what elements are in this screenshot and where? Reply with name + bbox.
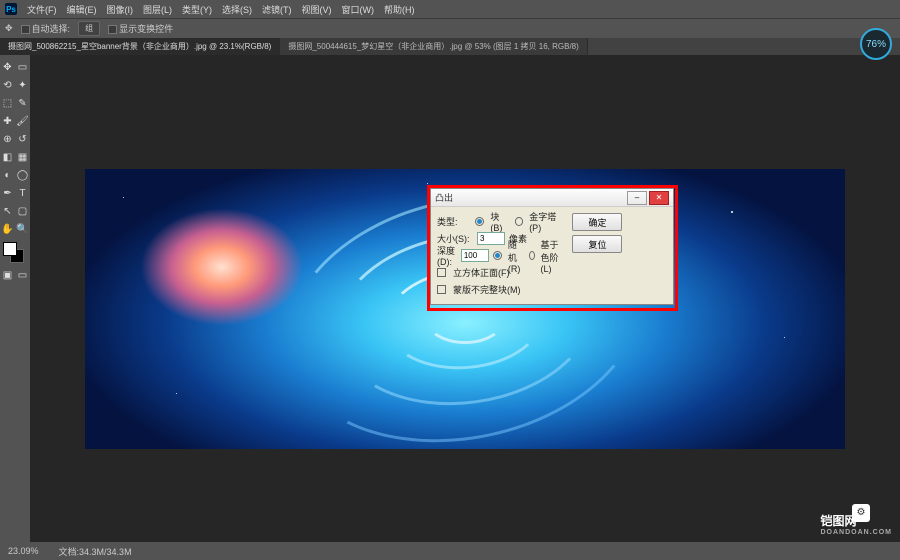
move-tool-icon[interactable]: ✥: [0, 58, 15, 76]
canvas-area: 凸出 – ✕ 类型: 块(B) 金字塔(P) 大小(S):: [30, 55, 900, 542]
color-swatch[interactable]: [3, 242, 27, 262]
lasso-tool-icon[interactable]: ⟲: [0, 76, 15, 94]
blur-tool-icon[interactable]: ◐: [0, 166, 15, 184]
move-tool-icon[interactable]: ✥: [5, 23, 13, 34]
depth-label: 深度(D):: [437, 244, 457, 267]
eraser-tool-icon[interactable]: ◧: [0, 148, 15, 166]
minimize-icon[interactable]: –: [627, 191, 647, 205]
cube-front-checkbox[interactable]: [437, 268, 446, 277]
marquee-tool-icon[interactable]: ▭: [15, 58, 30, 76]
menu-edit[interactable]: 编辑(E): [63, 3, 101, 16]
zoom-level[interactable]: 23.09%: [8, 546, 39, 556]
heal-tool-icon[interactable]: ✚: [0, 112, 15, 130]
path-tool-icon[interactable]: ↖: [0, 202, 15, 220]
app-logo: Ps: [5, 3, 17, 15]
menu-view[interactable]: 视图(V): [298, 3, 336, 16]
dialog-titlebar[interactable]: 凸出 – ✕: [431, 189, 673, 207]
highlight-box: 凸出 – ✕ 类型: 块(B) 金字塔(P) 大小(S):: [427, 185, 678, 311]
extrude-dialog: 凸出 – ✕ 类型: 块(B) 金字塔(P) 大小(S):: [430, 188, 674, 305]
stamp-tool-icon[interactable]: ⊕: [0, 130, 15, 148]
screen-mode-icon[interactable]: ▭: [15, 266, 30, 284]
dodge-tool-icon[interactable]: ◯: [15, 166, 30, 184]
autoselect-checkbox[interactable]: [21, 25, 30, 34]
menu-filter[interactable]: 滤镜(T): [258, 3, 296, 16]
type-block-radio[interactable]: [475, 217, 484, 226]
watermark: 铠图网 DOANDOAN.COM: [821, 512, 893, 536]
menu-image[interactable]: 图像(I): [103, 3, 138, 16]
depth-level-radio[interactable]: [529, 251, 535, 260]
pen-tool-icon[interactable]: ✒: [0, 184, 15, 202]
close-icon[interactable]: ✕: [649, 191, 669, 205]
type-tool-icon[interactable]: T: [15, 184, 30, 202]
history-tool-icon[interactable]: ↺: [15, 130, 30, 148]
depth-random-radio[interactable]: [493, 251, 502, 260]
menu-bar: Ps 文件(F) 编辑(E) 图像(I) 图层(L) 类型(Y) 选择(S) 滤…: [0, 0, 900, 18]
menu-layer[interactable]: 图层(L): [139, 3, 176, 16]
doc-size: 文档:34.3M/34.3M: [59, 545, 132, 558]
mask-incomplete-checkbox[interactable]: [437, 285, 446, 294]
type-pyramid-radio[interactable]: [515, 217, 524, 226]
doc-tab-1[interactable]: 摄图网_500862215_星空banner背景（非企业商用）.jpg @ 23…: [0, 38, 280, 55]
menu-help[interactable]: 帮助(H): [380, 3, 419, 16]
ok-button[interactable]: 确定: [572, 213, 622, 231]
reset-button[interactable]: 复位: [572, 235, 622, 253]
options-bar: ✥ 自动选择: 组 显示变换控件: [0, 18, 900, 38]
progress-badge: 76%: [860, 28, 892, 60]
menu-type[interactable]: 类型(Y): [178, 3, 216, 16]
hand-tool-icon[interactable]: ✋: [0, 220, 15, 238]
menu-window[interactable]: 窗口(W): [338, 3, 379, 16]
mask-mode-icon[interactable]: ▣: [0, 266, 15, 284]
gradient-tool-icon[interactable]: ▦: [15, 148, 30, 166]
menu-select[interactable]: 选择(S): [218, 3, 256, 16]
eyedrop-tool-icon[interactable]: ✎: [15, 94, 30, 112]
type-label: 类型:: [437, 215, 471, 228]
depth-input[interactable]: [461, 249, 489, 262]
status-bar: 23.09% 文档:34.3M/34.3M: [0, 542, 900, 560]
toolbox: ✥▭ ⟲✦ ⬚✎ ✚🖌 ⊕↺ ◧▦ ◐◯ ✒T ↖▢ ✋🔍 ▣▭: [0, 55, 30, 542]
doc-tab-2[interactable]: 摄图网_500444615_梦幻星空（非企业商用）.jpg @ 53% (图层 …: [280, 38, 587, 55]
autoselect-dropdown[interactable]: 组: [78, 21, 100, 36]
document-tabs: 摄图网_500862215_星空banner背景（非企业商用）.jpg @ 23…: [0, 38, 900, 55]
brush-tool-icon[interactable]: 🖌: [15, 112, 30, 130]
zoom-tool-icon[interactable]: 🔍: [15, 220, 30, 238]
wand-tool-icon[interactable]: ✦: [15, 76, 30, 94]
menu-file[interactable]: 文件(F): [23, 3, 61, 16]
transform-checkbox[interactable]: [108, 25, 117, 34]
dialog-title: 凸出: [435, 191, 625, 204]
shape-tool-icon[interactable]: ▢: [15, 202, 30, 220]
size-input[interactable]: [477, 232, 505, 245]
crop-tool-icon[interactable]: ⬚: [0, 94, 15, 112]
